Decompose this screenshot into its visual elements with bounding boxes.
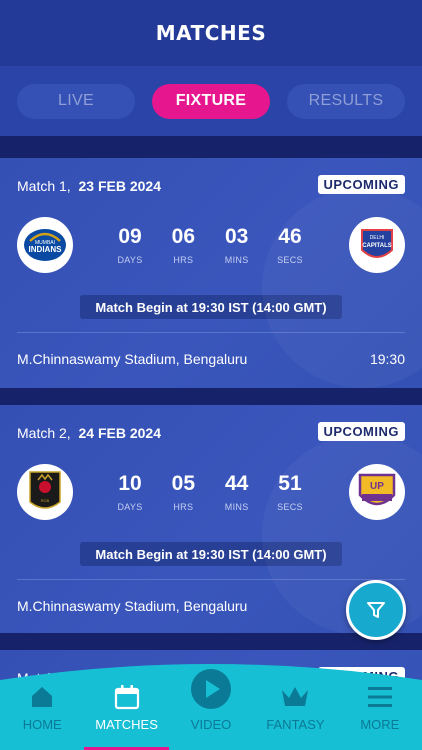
svg-text:RCB: RCB — [41, 498, 50, 503]
nav-label: MATCHES — [95, 717, 158, 732]
countdown-hours: 06 HRS — [171, 225, 195, 266]
countdown-timer: 10 DAYS 05 HRS 44 MINS 51 SECS — [110, 472, 310, 513]
bottom-navigation: HOME MATCHES VIDEO FANTASY MORE — [0, 660, 422, 750]
match-date-label: Match 1, 23 FEB 2024 — [17, 178, 161, 194]
svg-text:CAPITALS: CAPITALS — [362, 243, 392, 249]
venue-name: M.Chinnaswamy Stadium, Bengaluru — [17, 598, 248, 614]
menu-icon — [367, 687, 392, 707]
svg-text:INDIANS: INDIANS — [29, 245, 63, 254]
nav-item-home[interactable]: HOME — [0, 678, 84, 750]
match-begin-info: Match Begin at 19:30 IST (14:00 GMT) — [80, 295, 342, 319]
match-date: 24 FEB 2024 — [78, 425, 161, 441]
home-icon — [32, 687, 53, 707]
svg-text:DELHI: DELHI — [370, 235, 385, 241]
countdown-mins: 44 MINS — [224, 472, 249, 513]
section-divider — [0, 136, 422, 158]
crown-icon — [282, 687, 309, 706]
nav-label: FANTASY — [266, 717, 325, 732]
countdown-secs: 46 SECS — [277, 225, 303, 266]
match-number: Match 1, — [17, 178, 71, 194]
card-separator — [0, 633, 422, 650]
status-badge: UPCOMING — [317, 422, 405, 441]
tab-bar: LIVE FIXTURE RESULTS — [0, 66, 422, 136]
filter-button[interactable] — [346, 580, 406, 640]
countdown-days: 09 DAYS — [117, 225, 143, 266]
svg-text:UP: UP — [370, 481, 384, 492]
app-header: MATCHES — [0, 0, 422, 66]
play-icon — [191, 669, 232, 709]
card-divider — [17, 332, 405, 333]
nav-label: VIDEO — [190, 717, 232, 732]
up-warriorz-logo: UP — [349, 464, 405, 520]
calendar-icon — [114, 685, 139, 710]
filter-icon — [367, 602, 385, 618]
nav-item-fantasy[interactable]: FANTASY — [253, 678, 337, 750]
tab-live[interactable]: LIVE — [17, 83, 135, 119]
match-begin-info: Match Begin at 19:30 IST (14:00 GMT) — [80, 542, 342, 566]
match-card[interactable]: Match 1, 23 FEB 2024 UPCOMING MUMBAI IND… — [0, 158, 422, 388]
match-time: 19:30 — [369, 351, 405, 367]
match-date: 23 FEB 2024 — [78, 178, 161, 194]
countdown-timer: 09 DAYS 06 HRS 03 MINS 46 SECS — [110, 225, 310, 266]
card-divider — [17, 579, 405, 580]
countdown-mins: 03 MINS — [224, 225, 249, 266]
delhi-capitals-logo: DELHI CAPITALS — [349, 217, 405, 273]
mumbai-indians-logo: MUMBAI INDIANS — [17, 217, 73, 273]
status-badge: UPCOMING — [317, 175, 405, 194]
tab-results[interactable]: RESULTS — [287, 83, 405, 119]
tab-fixture[interactable]: FIXTURE — [152, 83, 270, 119]
nav-label: HOME — [22, 717, 62, 732]
nav-item-more[interactable]: MORE — [338, 678, 422, 750]
nav-label: MORE — [360, 717, 400, 732]
rcb-logo: RCB — [17, 464, 73, 520]
page-title: MATCHES — [155, 21, 267, 45]
countdown-days: 10 DAYS — [117, 472, 143, 513]
nav-item-video[interactable]: VIDEO — [169, 669, 253, 750]
match-date-label: Match 2, 24 FEB 2024 — [17, 425, 161, 441]
match-number: Match 2, — [17, 425, 71, 441]
venue-name: M.Chinnaswamy Stadium, Bengaluru — [17, 351, 248, 367]
nav-item-matches[interactable]: MATCHES — [84, 678, 170, 750]
countdown-secs: 51 SECS — [277, 472, 303, 513]
countdown-hours: 05 HRS — [171, 472, 195, 513]
card-separator — [0, 388, 422, 405]
